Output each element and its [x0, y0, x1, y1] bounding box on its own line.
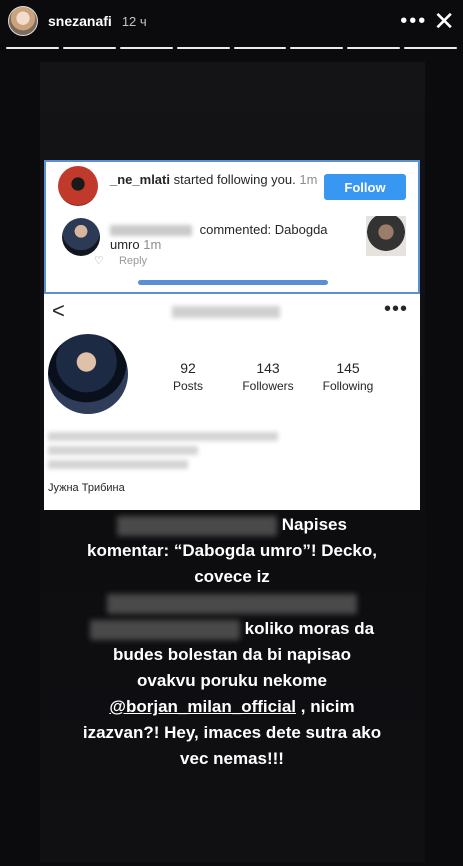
blurred-bio-line	[48, 432, 278, 441]
comment-notification: commented: Dabogda umro 1m ♡ Reply	[58, 214, 408, 267]
stat-value: 145	[336, 360, 360, 376]
heart-icon[interactable]: ♡	[94, 254, 104, 267]
blurred-text	[107, 593, 357, 614]
blurred-username	[110, 225, 192, 237]
story-progress	[6, 47, 457, 49]
comment-text: commented: Dabogda umro 1m	[110, 222, 360, 252]
more-options-icon[interactable]: •••	[384, 298, 408, 321]
commenter-avatar	[62, 218, 100, 256]
blurred-bio-line	[48, 446, 198, 455]
reply-row: ♡ Reply	[94, 254, 147, 267]
stat-label: Posts	[172, 379, 203, 393]
story-username[interactable]: snezanafi	[48, 13, 112, 29]
post-thumbnail	[366, 216, 406, 256]
story-time: 12 ч	[121, 13, 147, 29]
progress-segment	[404, 47, 457, 49]
blurred-bio-line	[48, 460, 188, 469]
progress-segment	[290, 47, 344, 49]
follow-time: 1m	[299, 172, 318, 187]
bio-name: Јужна Трибина	[48, 482, 125, 494]
stat-label: Following	[322, 379, 374, 393]
progress-segment	[6, 47, 59, 49]
follow-button[interactable]: Follow	[324, 174, 406, 200]
back-icon[interactable]: <	[52, 300, 65, 322]
progress-segment	[119, 47, 173, 49]
follower-username: _ne_mlati	[110, 172, 170, 187]
progress-segment	[347, 47, 401, 49]
progress-segment	[233, 47, 287, 49]
story-caption: Napises komentar: “Dabogda umro”! Decko,…	[82, 512, 382, 772]
scroll-indicator	[138, 280, 328, 285]
blurred-text	[89, 619, 240, 640]
stat-following[interactable]: 145 Following	[308, 360, 388, 394]
more-options-icon[interactable]: •••	[400, 11, 427, 31]
mention-link[interactable]: @borjan_milan_official	[109, 697, 296, 716]
progress-segment	[62, 47, 116, 49]
stat-value: 92	[180, 360, 196, 376]
progress-segment	[176, 47, 230, 49]
stat-label: Followers	[242, 379, 294, 393]
close-icon[interactable]: ✕	[433, 8, 455, 34]
profile-stats: 92 Posts 143 Followers 145 Following	[148, 360, 418, 394]
profile-avatar	[48, 334, 128, 414]
blurred-text	[117, 515, 278, 536]
avatar[interactable]	[8, 6, 38, 36]
follow-notification: _ne_mlati started following you. 1m Foll…	[58, 166, 408, 208]
comment-time: 1m	[143, 237, 162, 252]
stat-followers[interactable]: 143 Followers	[228, 360, 308, 394]
reply-link[interactable]: Reply	[119, 255, 147, 267]
story-header: snezanafi 12 ч ••• ✕	[8, 4, 455, 38]
stat-value: 143	[256, 360, 280, 376]
follower-avatar	[58, 166, 98, 206]
notification-panel: _ne_mlati started following you. 1m Foll…	[44, 160, 420, 294]
profile-panel: < ••• 92 Posts 143 Followers 145 Followi…	[44, 294, 420, 510]
follow-message: started following you.	[173, 172, 296, 187]
stat-posts[interactable]: 92 Posts	[148, 360, 228, 394]
follow-text: _ne_mlati started following you. 1m	[110, 172, 330, 187]
blurred-profile-title	[172, 306, 280, 318]
